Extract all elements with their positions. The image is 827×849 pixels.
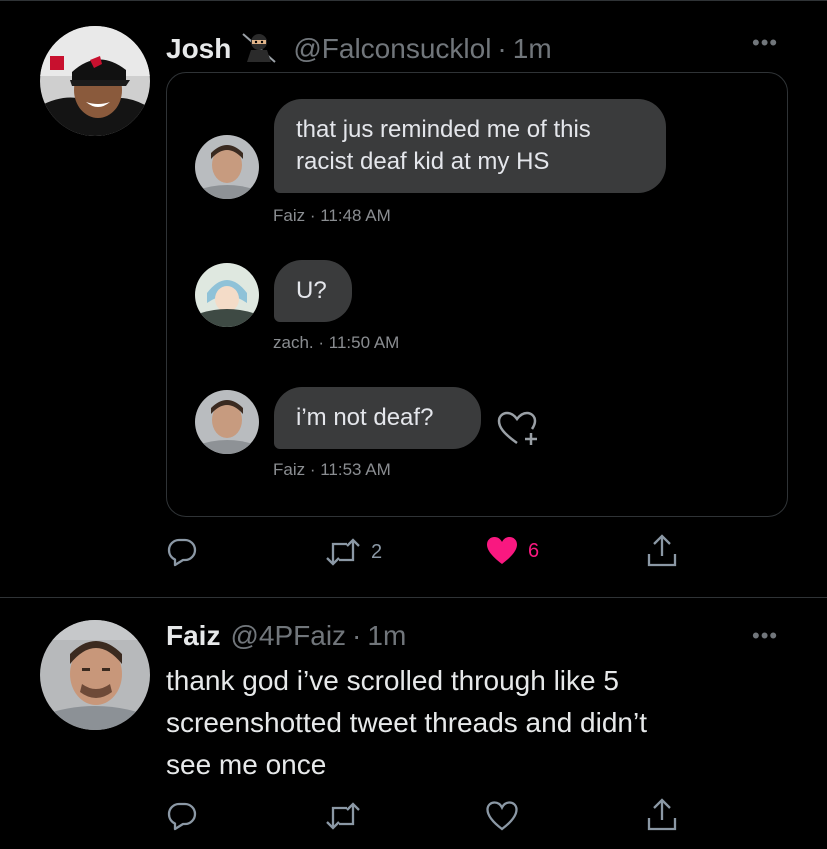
zach-dm-avatar bbox=[195, 263, 259, 327]
dm-sender: zach. bbox=[273, 333, 314, 352]
dm-meta-separator: · bbox=[305, 460, 321, 479]
tweet1-retweet-button[interactable]: 2 bbox=[325, 536, 382, 568]
share-icon bbox=[647, 534, 677, 567]
tweet2-dot: · bbox=[352, 620, 362, 651]
dm-message-line: racist deaf kid at my HS bbox=[296, 148, 550, 175]
retweet-icon bbox=[326, 802, 360, 830]
tweet2-reply-button[interactable] bbox=[166, 800, 208, 832]
dm-meta-separator: · bbox=[313, 333, 329, 352]
tweet1-reply-button[interactable] bbox=[166, 536, 208, 568]
dm-message-line: U? bbox=[296, 277, 327, 304]
faiz-avatar[interactable] bbox=[40, 620, 150, 730]
josh-avatar[interactable] bbox=[40, 26, 150, 136]
dm-meta: zach. · 11:50 AM bbox=[273, 333, 399, 353]
tweet2-more-icon[interactable]: ••• bbox=[752, 625, 778, 647]
dm-time: 11:53 AM bbox=[320, 460, 391, 479]
dm-meta: Faiz · 11:48 AM bbox=[273, 206, 391, 226]
dm-message-line: that jus reminded me of this bbox=[296, 116, 591, 143]
tweet2-text-line: screenshotted tweet threads and didn’t bbox=[166, 707, 647, 738]
tweet1-like-button[interactable]: 6 bbox=[486, 536, 539, 566]
dm-sender: Faiz bbox=[273, 460, 306, 479]
tweet2-share-button[interactable] bbox=[646, 798, 678, 832]
reply-icon bbox=[167, 538, 197, 567]
tweet-divider bbox=[0, 597, 827, 598]
tweet1-more-icon[interactable]: ••• bbox=[752, 32, 778, 54]
timeline: Josh @Falconsucklol · 1m ••• that jus re… bbox=[0, 0, 827, 849]
heart-add-reaction-icon bbox=[497, 411, 539, 452]
dm-meta: Faiz · 11:53 AM bbox=[273, 460, 391, 480]
tweet2-author-name[interactable]: Faiz bbox=[166, 620, 220, 652]
tweet2-text: thank god i’ve scrolled through like 5 s… bbox=[166, 660, 806, 786]
dm-time: 11:48 AM bbox=[320, 206, 391, 225]
tweet1-time[interactable]: 1m bbox=[513, 33, 552, 65]
tweet2-handle[interactable]: @4PFaiz bbox=[230, 620, 346, 652]
tweet1-dot: · bbox=[497, 33, 507, 64]
dm-time: 11:50 AM bbox=[328, 333, 400, 352]
tweet2-like-button[interactable] bbox=[486, 801, 528, 831]
tweet2-text-line: see me once bbox=[166, 749, 327, 780]
tweet1-share-button[interactable] bbox=[646, 534, 678, 568]
tweet2-retweet-button[interactable] bbox=[325, 800, 371, 832]
faiz-dm-avatar bbox=[195, 135, 259, 199]
tweet2-time[interactable]: 1m bbox=[367, 620, 406, 652]
faiz-dm-avatar bbox=[195, 390, 259, 454]
ninja-emoji-icon bbox=[239, 32, 283, 64]
embedded-dm-screenshot[interactable]: that jus reminded me of this racist deaf… bbox=[166, 72, 788, 517]
dm-sender: Faiz bbox=[273, 206, 306, 225]
dm-message-line: i’m not deaf? bbox=[296, 404, 434, 431]
tweet1-author-name[interactable]: Josh bbox=[166, 33, 231, 65]
dm-meta-separator: · bbox=[305, 206, 321, 225]
dm-message-bubble: that jus reminded me of this racist deaf… bbox=[274, 99, 666, 193]
dm-message-bubble: i’m not deaf? bbox=[274, 387, 481, 449]
like-count: 6 bbox=[528, 539, 540, 562]
reply-icon bbox=[167, 802, 197, 831]
retweet-count: 2 bbox=[371, 540, 383, 563]
dm-message-bubble: U? bbox=[274, 260, 352, 322]
tweet1-header: Josh @Falconsucklol · 1m bbox=[166, 26, 552, 65]
tweet2-text-line: thank god i’ve scrolled through like 5 bbox=[166, 665, 619, 696]
heart-icon bbox=[486, 801, 518, 831]
top-divider bbox=[0, 0, 827, 1]
heart-filled-icon bbox=[487, 537, 517, 564]
share-icon bbox=[647, 798, 677, 831]
tweet1-handle[interactable]: @Falconsucklol bbox=[293, 33, 491, 65]
retweet-icon bbox=[326, 538, 360, 566]
tweet2-header: Faiz @4PFaiz · 1m bbox=[166, 620, 406, 652]
